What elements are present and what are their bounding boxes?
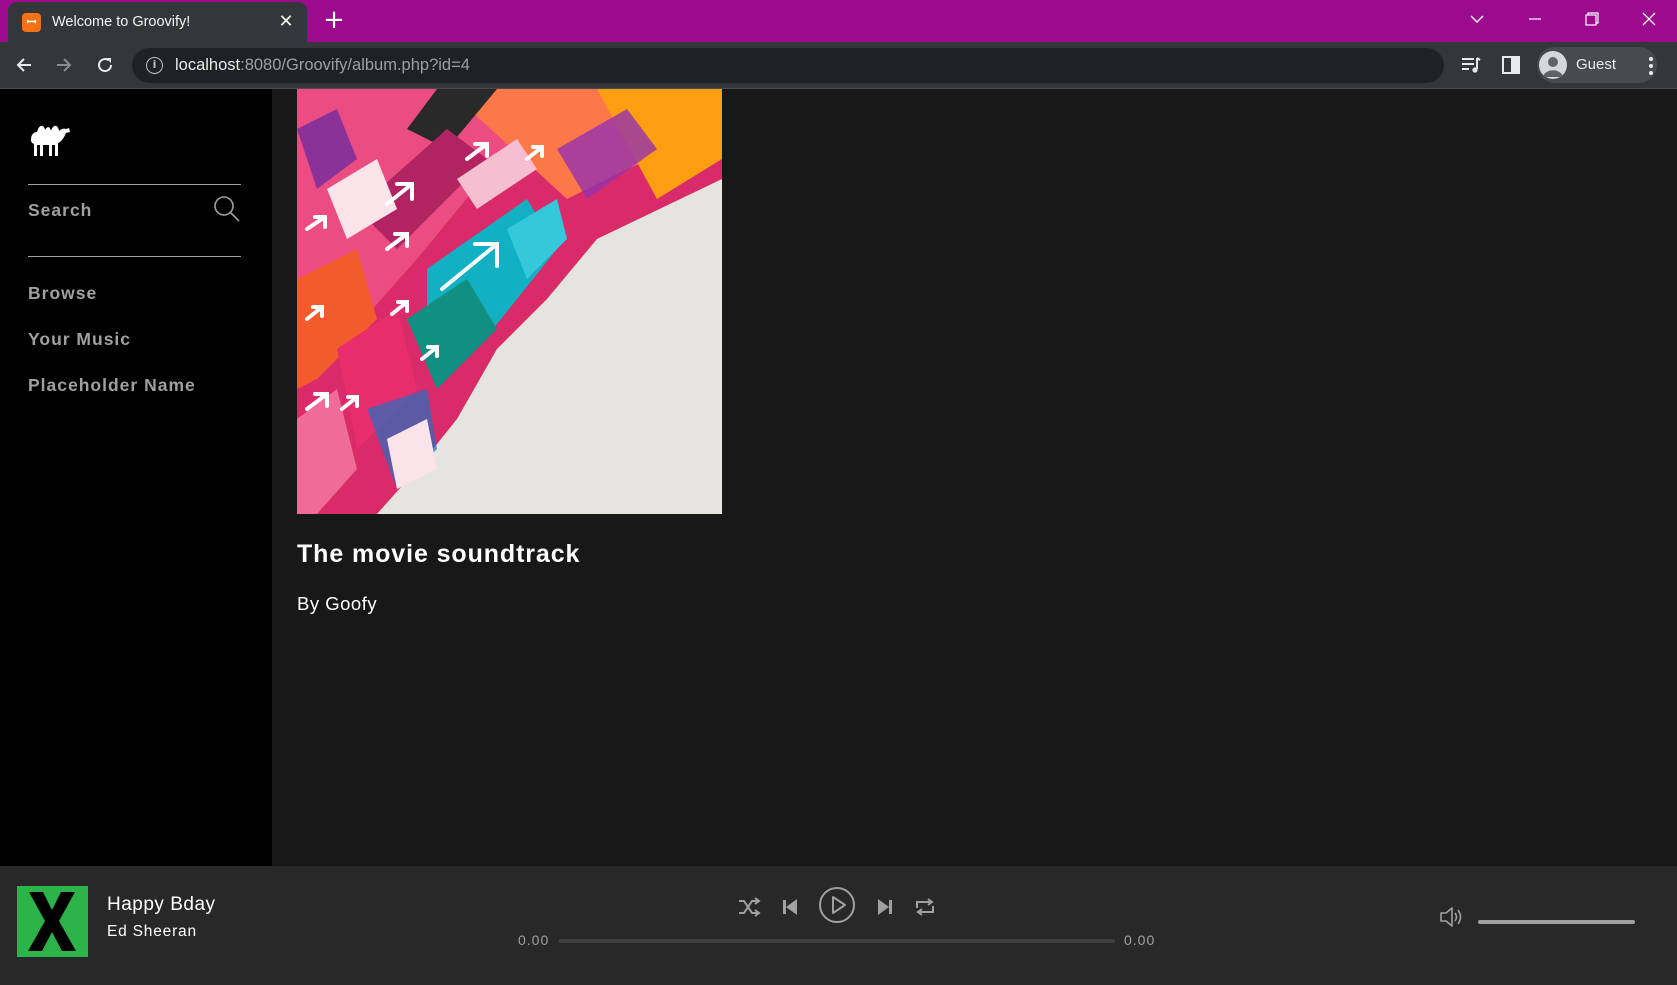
xampp-icon: ꟷ — [22, 13, 41, 32]
album-title: The movie soundtrack — [297, 540, 581, 568]
sidebar: Search Browse Your Music Placeholder Nam… — [0, 89, 272, 866]
profile-button[interactable]: Guest — [1537, 47, 1657, 83]
album-artwork — [297, 89, 722, 514]
tab-search-button[interactable] — [1449, 0, 1505, 38]
site-info-icon[interactable]: i — [146, 57, 163, 74]
web-page: Search Browse Your Music Placeholder Nam… — [0, 89, 1677, 985]
search-link[interactable]: Search — [28, 183, 241, 235]
forward-button[interactable] — [50, 51, 78, 79]
now-playing-artist[interactable]: Ed Sheeran — [107, 923, 197, 941]
volume-icon[interactable] — [1437, 903, 1465, 931]
previous-button[interactable] — [778, 895, 802, 919]
nav-item-browse[interactable]: Browse — [28, 283, 97, 304]
url-host: localhost — [175, 56, 241, 74]
restore-button[interactable] — [1564, 0, 1620, 38]
address-bar[interactable]: i localhost:8080/Groovify/album.php?id=4 — [132, 48, 1444, 83]
volume-fill — [1478, 920, 1635, 924]
now-playing-artwork[interactable] — [17, 886, 88, 957]
camel-logo-icon[interactable] — [28, 120, 72, 160]
minimize-button[interactable] — [1507, 0, 1563, 38]
close-window-button[interactable] — [1621, 0, 1677, 38]
browser-menu-icon[interactable] — [1641, 54, 1661, 78]
reload-button[interactable] — [91, 51, 119, 79]
browser-tab[interactable]: ꟷ Welcome to Groovify! ✕ — [8, 2, 307, 42]
browser-tab-strip: ꟷ Welcome to Groovify! ✕ + — [0, 0, 1677, 42]
tab-title: Welcome to Groovify! — [52, 14, 191, 30]
url-path: :8080/Groovify/album.php?id=4 — [240, 56, 470, 74]
shuffle-button[interactable] — [736, 894, 762, 920]
next-button[interactable] — [873, 895, 897, 919]
now-playing-title[interactable]: Happy Bday — [107, 894, 216, 916]
guest-avatar-icon — [1539, 51, 1567, 79]
close-tab-icon[interactable]: ✕ — [275, 11, 297, 33]
current-time: 0.00 — [518, 932, 550, 948]
profile-label: Guest — [1576, 56, 1617, 73]
main-content: The movie soundtrack By Goofy — [272, 89, 1677, 866]
media-controls-icon[interactable] — [1460, 54, 1484, 78]
album-artist[interactable]: By Goofy — [297, 593, 377, 615]
progress-bar[interactable] — [559, 939, 1115, 943]
total-time: 0.00 — [1124, 932, 1156, 948]
sidebar-divider — [28, 256, 241, 257]
play-button[interactable] — [818, 886, 856, 924]
repeat-button[interactable] — [912, 894, 938, 920]
new-tab-button[interactable]: + — [321, 7, 347, 34]
side-panel-icon[interactable] — [1500, 54, 1524, 78]
nav-item-placeholder-name[interactable]: Placeholder Name — [28, 375, 196, 396]
browser-toolbar: i localhost:8080/Groovify/album.php?id=4… — [0, 42, 1677, 89]
volume-bar[interactable] — [1478, 920, 1635, 924]
now-playing-bar: Happy Bday Ed Sheeran 0.00 0.00 — [0, 866, 1677, 985]
url-text[interactable]: localhost:8080/Groovify/album.php?id=4 — [175, 56, 470, 75]
search-icon — [213, 195, 241, 223]
nav-item-your-music[interactable]: Your Music — [28, 329, 131, 350]
back-button[interactable] — [10, 51, 38, 79]
search-label: Search — [28, 200, 93, 220]
